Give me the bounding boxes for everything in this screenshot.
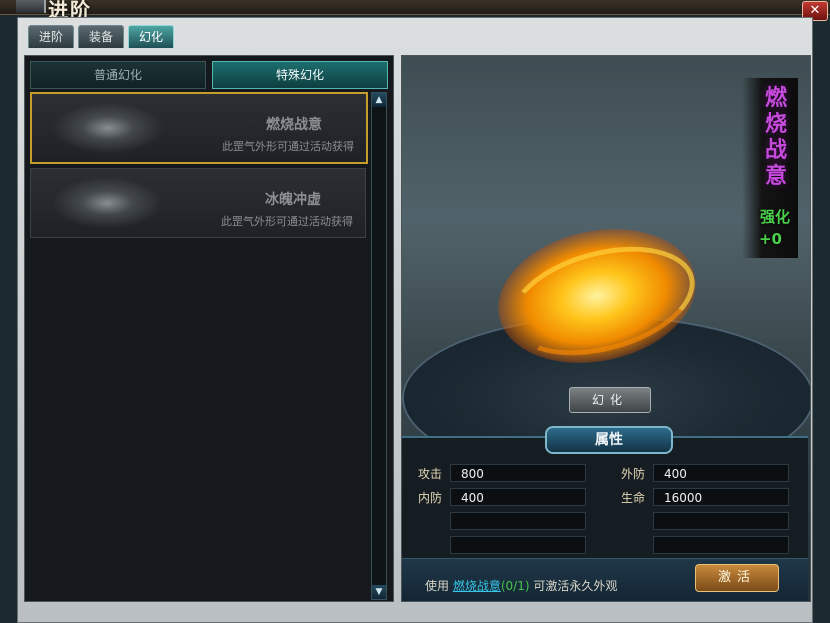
attr-value-attack: 800 [450, 464, 586, 482]
appearance-list-pane: 普通幻化 特殊幻化 燃烧战意 此罡气外形可通过活动获得 冰魄冲虚 此罡气外形可通… [24, 55, 394, 602]
activate-item-link[interactable]: 燃烧战意 [453, 579, 501, 593]
window-emblem-icon [16, 0, 46, 13]
attr-empty-slot [450, 536, 586, 554]
aura-thumbnail-icon [47, 175, 167, 231]
scroll-down-icon[interactable]: ▼ [372, 585, 386, 599]
attr-value-outer-defense: 400 [653, 464, 789, 482]
attr-label-outer-defense: 外防 [621, 467, 646, 481]
attr-empty-slot [450, 512, 586, 530]
list-item[interactable]: 冰魄冲虚 此罡气外形可通过活动获得 [30, 168, 366, 238]
list-scrollbar[interactable]: ▲ ▼ [371, 92, 387, 600]
item-name: 冰魄冲虚 [265, 192, 321, 208]
preview-pane: 燃烧战意 强化 +0 幻化 属性 攻击 800 外防 400 内防 400 生命… [401, 55, 811, 602]
activate-hint: 使用 燃烧战意(0/1) 可激活永久外观 [425, 577, 617, 594]
item-description: 此罡气外形可通过活动获得 [222, 140, 354, 153]
activate-bar: 使用 燃烧战意(0/1) 可激活永久外观 激活 [402, 558, 808, 601]
list-item[interactable]: 燃烧战意 此罡气外形可通过活动获得 [30, 92, 368, 164]
transform-button[interactable]: 幻化 [569, 387, 651, 413]
attr-label-inner-defense: 内防 [418, 491, 443, 505]
subtab-special-transform[interactable]: 特殊幻化 [212, 61, 388, 89]
preview-aura-name: 燃烧战意 [764, 86, 787, 189]
attr-empty-slot [653, 512, 789, 530]
attr-label-health: 生命 [621, 491, 646, 505]
attr-value-inner-defense: 400 [450, 488, 586, 506]
activate-button[interactable]: 激活 [695, 564, 779, 592]
tab-transform[interactable]: 幻化 [128, 25, 174, 48]
scroll-up-icon[interactable]: ▲ [372, 93, 386, 107]
subtab-normal-transform[interactable]: 普通幻化 [30, 61, 206, 89]
activate-prefix: 使用 [425, 579, 450, 593]
activate-suffix: 可激活永久外观 [533, 579, 618, 593]
item-name: 燃烧战意 [266, 117, 322, 133]
window-title-bar: 进阶 [0, 0, 830, 22]
tab-advance[interactable]: 进阶 [28, 25, 74, 48]
attr-empty-slot [653, 536, 789, 554]
attributes-title: 属性 [545, 426, 673, 454]
item-description: 此罡气外形可通过活动获得 [221, 215, 353, 228]
attr-value-health: 16000 [653, 488, 789, 506]
aura-thumbnail-icon [48, 100, 168, 156]
enhance-label: 强化 [759, 208, 790, 226]
enhance-value: +0 [758, 230, 782, 248]
tab-bar: 进阶 装备 幻化 [28, 25, 174, 49]
tab-equipment[interactable]: 装备 [78, 25, 124, 48]
activate-count: (0/1) [500, 579, 530, 593]
attributes-panel: 属性 攻击 800 外防 400 内防 400 生命 16000 使用 燃烧战意… [402, 426, 808, 601]
attr-label-attack: 攻击 [418, 467, 443, 481]
